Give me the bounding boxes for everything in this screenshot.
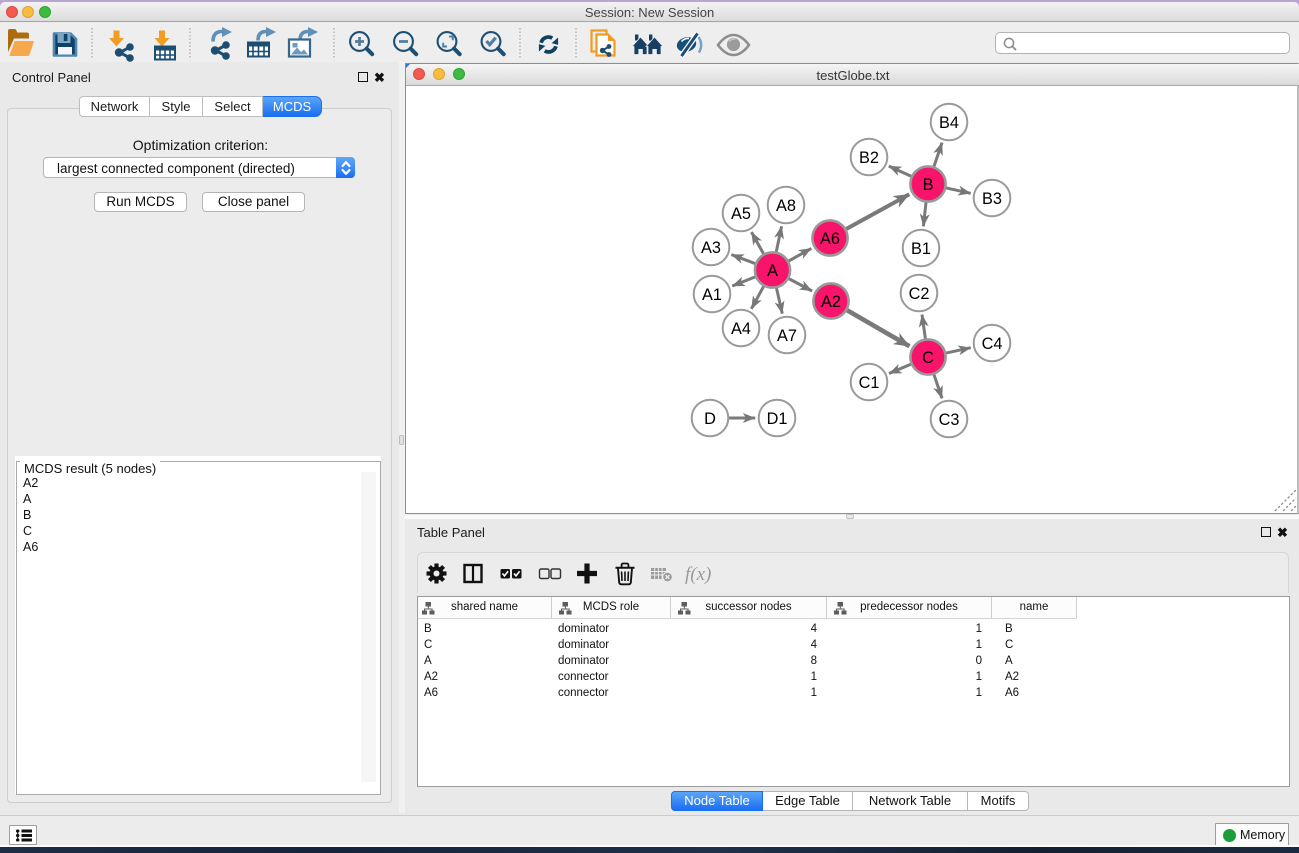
svg-text:C3: C3: [939, 411, 960, 429]
svg-text:A1: A1: [702, 286, 722, 304]
svg-text:A6: A6: [820, 230, 840, 248]
svg-text:A: A: [767, 262, 778, 280]
svg-text:B4: B4: [939, 114, 959, 132]
svg-text:f(x): f(x): [685, 564, 711, 585]
svg-text:A7: A7: [777, 327, 797, 345]
svg-text:B1: B1: [911, 240, 931, 258]
svg-text:D1: D1: [767, 410, 788, 428]
svg-text:A4: A4: [731, 320, 751, 338]
svg-text:A3: A3: [701, 239, 721, 257]
svg-text:B: B: [923, 176, 934, 194]
svg-text:B3: B3: [982, 190, 1002, 208]
svg-text:D: D: [704, 410, 716, 428]
svg-text:C: C: [922, 349, 934, 367]
svg-text:A2: A2: [821, 293, 841, 311]
svg-text:B2: B2: [859, 149, 879, 167]
svg-text:C1: C1: [859, 374, 880, 392]
svg-text:C4: C4: [982, 335, 1003, 353]
svg-text:A8: A8: [776, 197, 796, 215]
svg-text:C2: C2: [909, 285, 930, 303]
svg-text:A5: A5: [731, 205, 751, 223]
